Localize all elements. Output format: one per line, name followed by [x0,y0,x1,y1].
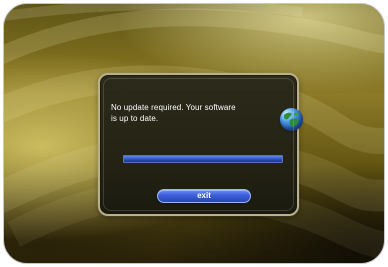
globe-icon [280,108,303,131]
update-dialog: No update required. Your software is up … [98,73,303,216]
update-message: No update required. Your software is up … [111,102,257,124]
update-progress-fill [124,156,282,162]
update-screen: No update required. Your software is up … [3,3,385,264]
update-message-line-1: No update required. Your software [111,103,236,112]
update-message-line-2: is up to date. [111,114,159,123]
globe-icon-art [284,112,299,127]
update-progress-bar [123,155,283,163]
exit-button[interactable]: exit [157,189,251,203]
